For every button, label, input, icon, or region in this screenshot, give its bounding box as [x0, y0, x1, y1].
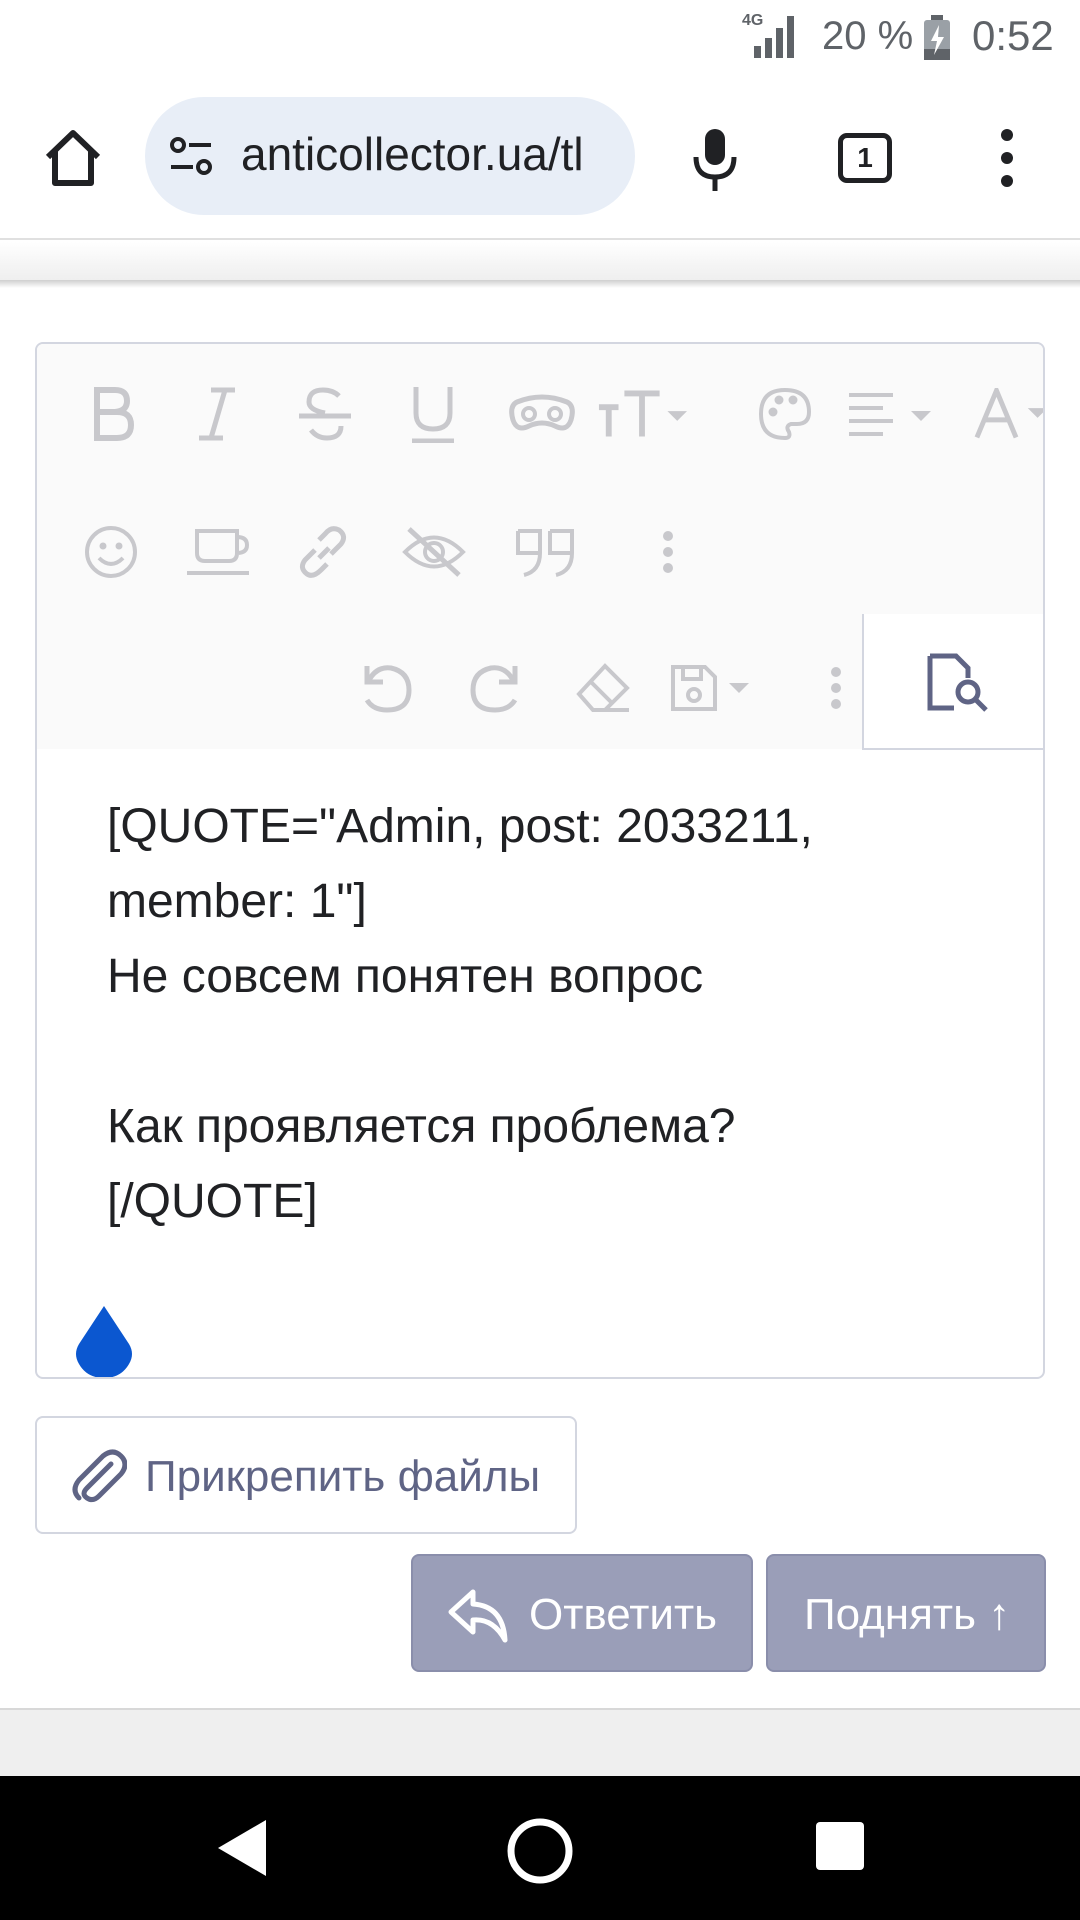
- text-line: Как проявляется проблема?: [107, 1100, 736, 1153]
- text-line: [QUOTE="Admin, post: 2033211,: [107, 800, 813, 853]
- hide-icon[interactable]: [399, 522, 469, 582]
- underline-icon[interactable]: [403, 384, 463, 444]
- align-icon[interactable]: [845, 384, 945, 444]
- url-text[interactable]: anticollector.ua/tl: [241, 127, 584, 181]
- eraser-icon[interactable]: [573, 658, 633, 718]
- text-line: [/QUOTE]: [107, 1175, 318, 1228]
- divider: [0, 280, 1080, 288]
- tab-switcher-button[interactable]: 1: [838, 133, 892, 183]
- paperclip-icon: [72, 1449, 127, 1503]
- text-line: [107, 1014, 1007, 1089]
- preview-button[interactable]: [862, 614, 1043, 750]
- more-icon[interactable]: [821, 658, 851, 718]
- more-icon[interactable]: [653, 522, 683, 582]
- text-line: member: 1"]: [107, 875, 367, 928]
- bold-icon[interactable]: [81, 384, 141, 444]
- system-navigation-bar: [0, 1776, 1080, 1920]
- reply-icon: [448, 1589, 508, 1643]
- spoiler-icon[interactable]: [507, 384, 577, 444]
- reply-button[interactable]: Ответить: [411, 1554, 753, 1672]
- text-line: Не совсем понятен вопрос: [107, 950, 704, 1003]
- home-nav-icon[interactable]: [505, 1816, 575, 1886]
- page-footer: [0, 1708, 1080, 1776]
- more-menu-icon[interactable]: [995, 125, 1019, 191]
- font-size-icon[interactable]: [597, 384, 687, 444]
- preview-icon: [927, 653, 988, 712]
- quote-icon[interactable]: [511, 522, 581, 582]
- smiley-icon[interactable]: [81, 522, 141, 582]
- attach-files-button[interactable]: Прикрепить файлы: [35, 1416, 577, 1534]
- clock: 0:52: [972, 12, 1054, 59]
- palette-icon[interactable]: [755, 384, 815, 444]
- message-editor[interactable]: [QUOTE="Admin, post: 2033211, member: 1"…: [35, 342, 1045, 1379]
- editor-text[interactable]: [QUOTE="Admin, post: 2033211, member: 1"…: [107, 789, 1007, 1239]
- status-bar: 4G 20 % 0:52: [0, 0, 1080, 75]
- font-icon[interactable]: [973, 384, 1043, 444]
- redo-icon[interactable]: [465, 658, 525, 718]
- bump-label: Поднять ↑: [804, 1590, 1011, 1639]
- microphone-icon[interactable]: [690, 125, 740, 195]
- italic-icon[interactable]: [187, 384, 247, 444]
- text-cursor-handle-icon[interactable]: [73, 1304, 135, 1379]
- bump-button[interactable]: Поднять ↑: [766, 1554, 1046, 1672]
- battery-percent: 20 %: [822, 14, 914, 58]
- address-bar[interactable]: anticollector.ua/tl: [145, 97, 635, 215]
- battery-icon: [924, 15, 950, 60]
- browser-toolbar: anticollector.ua/tl 1: [0, 75, 1080, 240]
- back-icon[interactable]: [214, 1816, 270, 1880]
- strikethrough-icon[interactable]: [295, 384, 355, 444]
- link-icon[interactable]: [293, 522, 353, 582]
- media-icon[interactable]: [183, 522, 253, 582]
- signal-icon: [754, 16, 794, 58]
- save-icon[interactable]: [667, 658, 767, 718]
- reply-label: Ответить: [529, 1590, 718, 1639]
- page-header-shadow: [0, 242, 1080, 282]
- attach-files-label: Прикрепить файлы: [145, 1452, 541, 1501]
- recents-icon[interactable]: [816, 1822, 864, 1870]
- site-settings-icon[interactable]: [167, 135, 215, 179]
- home-icon[interactable]: [40, 125, 106, 191]
- undo-icon[interactable]: [357, 658, 417, 718]
